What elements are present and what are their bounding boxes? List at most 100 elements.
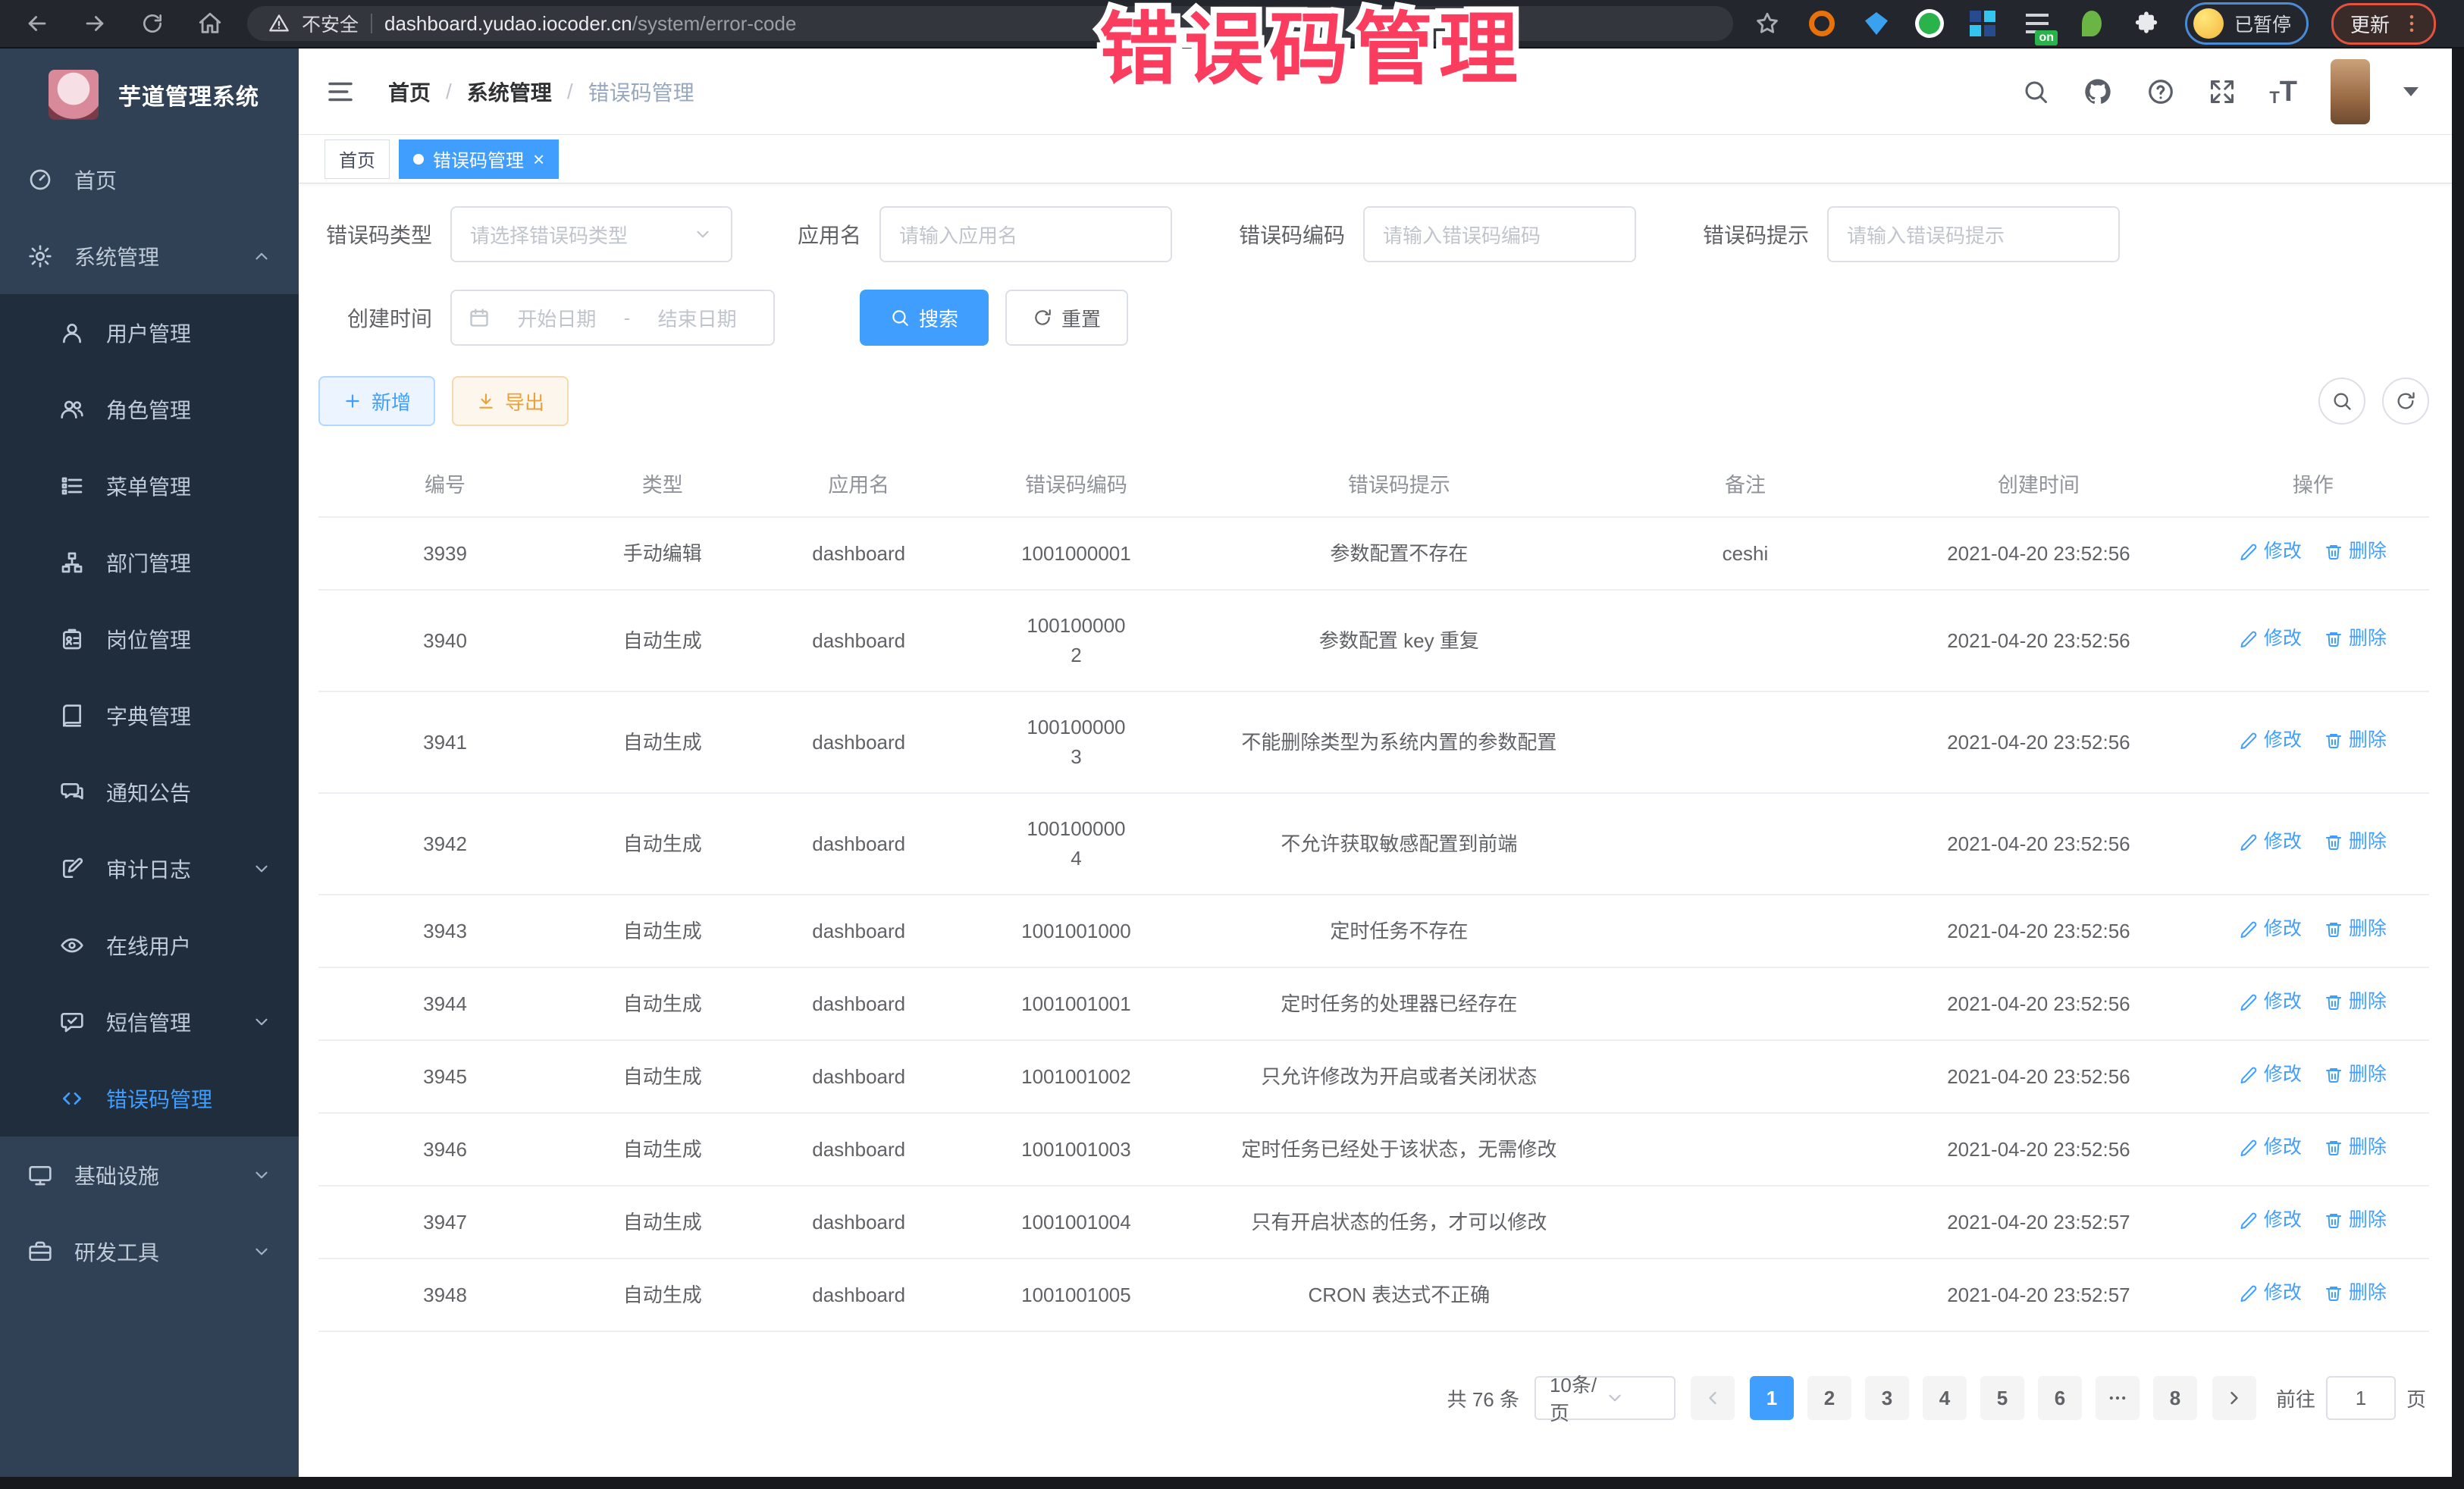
sidebar-item-gear[interactable]: 系统管理 — [0, 218, 299, 294]
delete-link[interactable]: 删除 — [2324, 625, 2387, 654]
sidebar-item-log[interactable]: 审计日志 — [0, 830, 299, 907]
extension-orange-icon[interactable] — [1806, 8, 1838, 39]
cell-memo — [1610, 1040, 1880, 1113]
extension-green-icon[interactable] — [1915, 9, 1944, 38]
help-icon[interactable] — [2146, 77, 2175, 106]
prev-page-button[interactable] — [1691, 1376, 1735, 1420]
reset-button[interactable]: 重置 — [1005, 290, 1128, 346]
table-header-row: 编号类型应用名错误码编码错误码提示备注创建时间操作 — [318, 452, 2429, 517]
browser-back-icon[interactable] — [23, 9, 52, 38]
jump-page-input[interactable] — [2326, 1376, 2396, 1420]
delete-link[interactable]: 删除 — [2324, 988, 2387, 1017]
cell-memo — [1610, 1186, 1880, 1259]
more-pages-icon[interactable] — [2096, 1376, 2140, 1420]
font-size-icon[interactable]: TT — [2269, 77, 2297, 106]
hamburger-icon[interactable] — [324, 76, 356, 108]
sidebar-item-infra[interactable]: 基础设施 — [0, 1136, 299, 1213]
search-button[interactable]: 搜索 — [860, 290, 989, 346]
address-bar[interactable]: 不安全 dashboard.yudao.iocoder.cn/system/er… — [247, 6, 1733, 41]
breadcrumb-item[interactable]: 首页 — [388, 77, 431, 107]
sidebar-item-code[interactable]: 错误码管理 — [0, 1060, 299, 1136]
edit-link[interactable]: 修改 — [2240, 625, 2302, 654]
trash-icon — [2324, 732, 2343, 750]
browser-menu-dots-icon[interactable] — [2400, 12, 2423, 35]
sidebar-item-badge[interactable]: 岗位管理 — [0, 600, 299, 677]
user-avatar[interactable] — [2331, 59, 2370, 124]
page-button[interactable]: 3 — [1865, 1376, 1909, 1420]
breadcrumb-item[interactable]: 系统管理 — [467, 77, 552, 107]
sidebar-item-users[interactable]: 角色管理 — [0, 371, 299, 447]
toggle-search-button[interactable] — [2318, 378, 2365, 425]
avatar-caret-icon[interactable] — [2403, 87, 2419, 96]
cell-memo — [1610, 590, 1880, 691]
refresh-table-button[interactable] — [2382, 378, 2429, 425]
sidebar-item-dashboard[interactable]: 首页 — [0, 141, 299, 218]
filter-input[interactable]: 请输入错误码提示 — [1827, 206, 2120, 262]
log-icon — [59, 856, 85, 882]
view-tag[interactable]: 首页 — [324, 139, 390, 179]
edit-link[interactable]: 修改 — [2240, 1061, 2302, 1089]
browser-home-icon[interactable] — [196, 9, 224, 38]
view-tag[interactable]: 错误码管理× — [399, 139, 559, 179]
date-range-picker[interactable]: 开始日期 - 结束日期 — [450, 290, 775, 346]
sidebar-item-tree[interactable]: 部门管理 — [0, 524, 299, 600]
cell-message: 定时任务的处理器已经存在 — [1188, 967, 1610, 1040]
add-button[interactable]: 新增 — [318, 376, 435, 426]
sidebar-item-sms[interactable]: 短信管理 — [0, 983, 299, 1060]
delete-link[interactable]: 删除 — [2324, 538, 2387, 566]
delete-link[interactable]: 删除 — [2324, 915, 2387, 944]
filter-input[interactable]: 请输入错误码编码 — [1363, 206, 1636, 262]
edit-link[interactable]: 修改 — [2240, 828, 2302, 857]
filter-field: 错误码提示请输入错误码提示 — [1695, 206, 2120, 262]
page-button[interactable]: 6 — [2038, 1376, 2082, 1420]
search-icon[interactable] — [2022, 78, 2049, 105]
column-header: 备注 — [1610, 452, 1880, 517]
extensions-puzzle-icon[interactable] — [2130, 8, 2162, 39]
delete-link[interactable]: 删除 — [2324, 1206, 2387, 1235]
sidebar-item-notice[interactable]: 通知公告 — [0, 754, 299, 830]
filter-input[interactable]: 请输入应用名 — [879, 206, 1172, 262]
github-icon[interactable] — [2083, 77, 2113, 107]
app-logo[interactable]: 芋道管理系统 — [0, 49, 299, 141]
extension-leaf-icon[interactable] — [2076, 8, 2108, 39]
table-row: 3944自动生成dashboard1001001001定时任务的处理器已经存在2… — [318, 967, 2429, 1040]
page-button[interactable]: 4 — [1923, 1376, 1967, 1420]
extension-tampermonkey-icon[interactable]: on — [2021, 8, 2053, 39]
delete-link[interactable]: 删除 — [2324, 1133, 2387, 1162]
filter-select[interactable]: 请选择错误码类型 — [450, 206, 732, 262]
extension-gem-icon[interactable] — [1861, 8, 1892, 39]
next-page-button[interactable] — [2212, 1376, 2256, 1420]
export-button[interactable]: 导出 — [452, 376, 569, 426]
bookmark-star-icon[interactable] — [1751, 8, 1783, 39]
edit-link[interactable]: 修改 — [2240, 1206, 2302, 1235]
page-button[interactable]: 5 — [1980, 1376, 2024, 1420]
page-size-select[interactable]: 10条/页 — [1535, 1376, 1676, 1420]
page-button[interactable]: 1 — [1750, 1376, 1794, 1420]
sidebar-item-user[interactable]: 用户管理 — [0, 294, 299, 371]
logo-avatar — [49, 70, 99, 120]
sidebar-item-online[interactable]: 在线用户 — [0, 907, 299, 983]
sidebar-item-tool[interactable]: 研发工具 — [0, 1213, 299, 1290]
delete-link[interactable]: 删除 — [2324, 1061, 2387, 1089]
delete-link[interactable]: 删除 — [2324, 1279, 2387, 1308]
sidebar-item-menu[interactable]: 菜单管理 — [0, 447, 299, 524]
browser-forward-icon[interactable] — [80, 9, 109, 38]
extension-squares-icon[interactable] — [1967, 8, 1998, 39]
edit-link[interactable]: 修改 — [2240, 1279, 2302, 1308]
fullscreen-icon[interactable] — [2209, 78, 2236, 105]
browser-update-button[interactable]: 更新 — [2331, 3, 2436, 45]
edit-link[interactable]: 修改 — [2240, 1133, 2302, 1162]
delete-link[interactable]: 删除 — [2324, 726, 2387, 755]
page-button[interactable]: 2 — [1807, 1376, 1851, 1420]
close-tag-icon[interactable]: × — [533, 149, 544, 169]
cell-id: 3948 — [318, 1259, 572, 1331]
delete-link[interactable]: 删除 — [2324, 828, 2387, 857]
sidebar-item-dict[interactable]: 字典管理 — [0, 677, 299, 754]
edit-link[interactable]: 修改 — [2240, 988, 2302, 1017]
edit-link[interactable]: 修改 — [2240, 915, 2302, 944]
edit-link[interactable]: 修改 — [2240, 726, 2302, 755]
browser-reload-icon[interactable] — [138, 9, 167, 38]
edit-link[interactable]: 修改 — [2240, 538, 2302, 566]
browser-profile-chip[interactable]: 已暂停 — [2185, 2, 2309, 45]
page-button[interactable]: 8 — [2153, 1376, 2197, 1420]
